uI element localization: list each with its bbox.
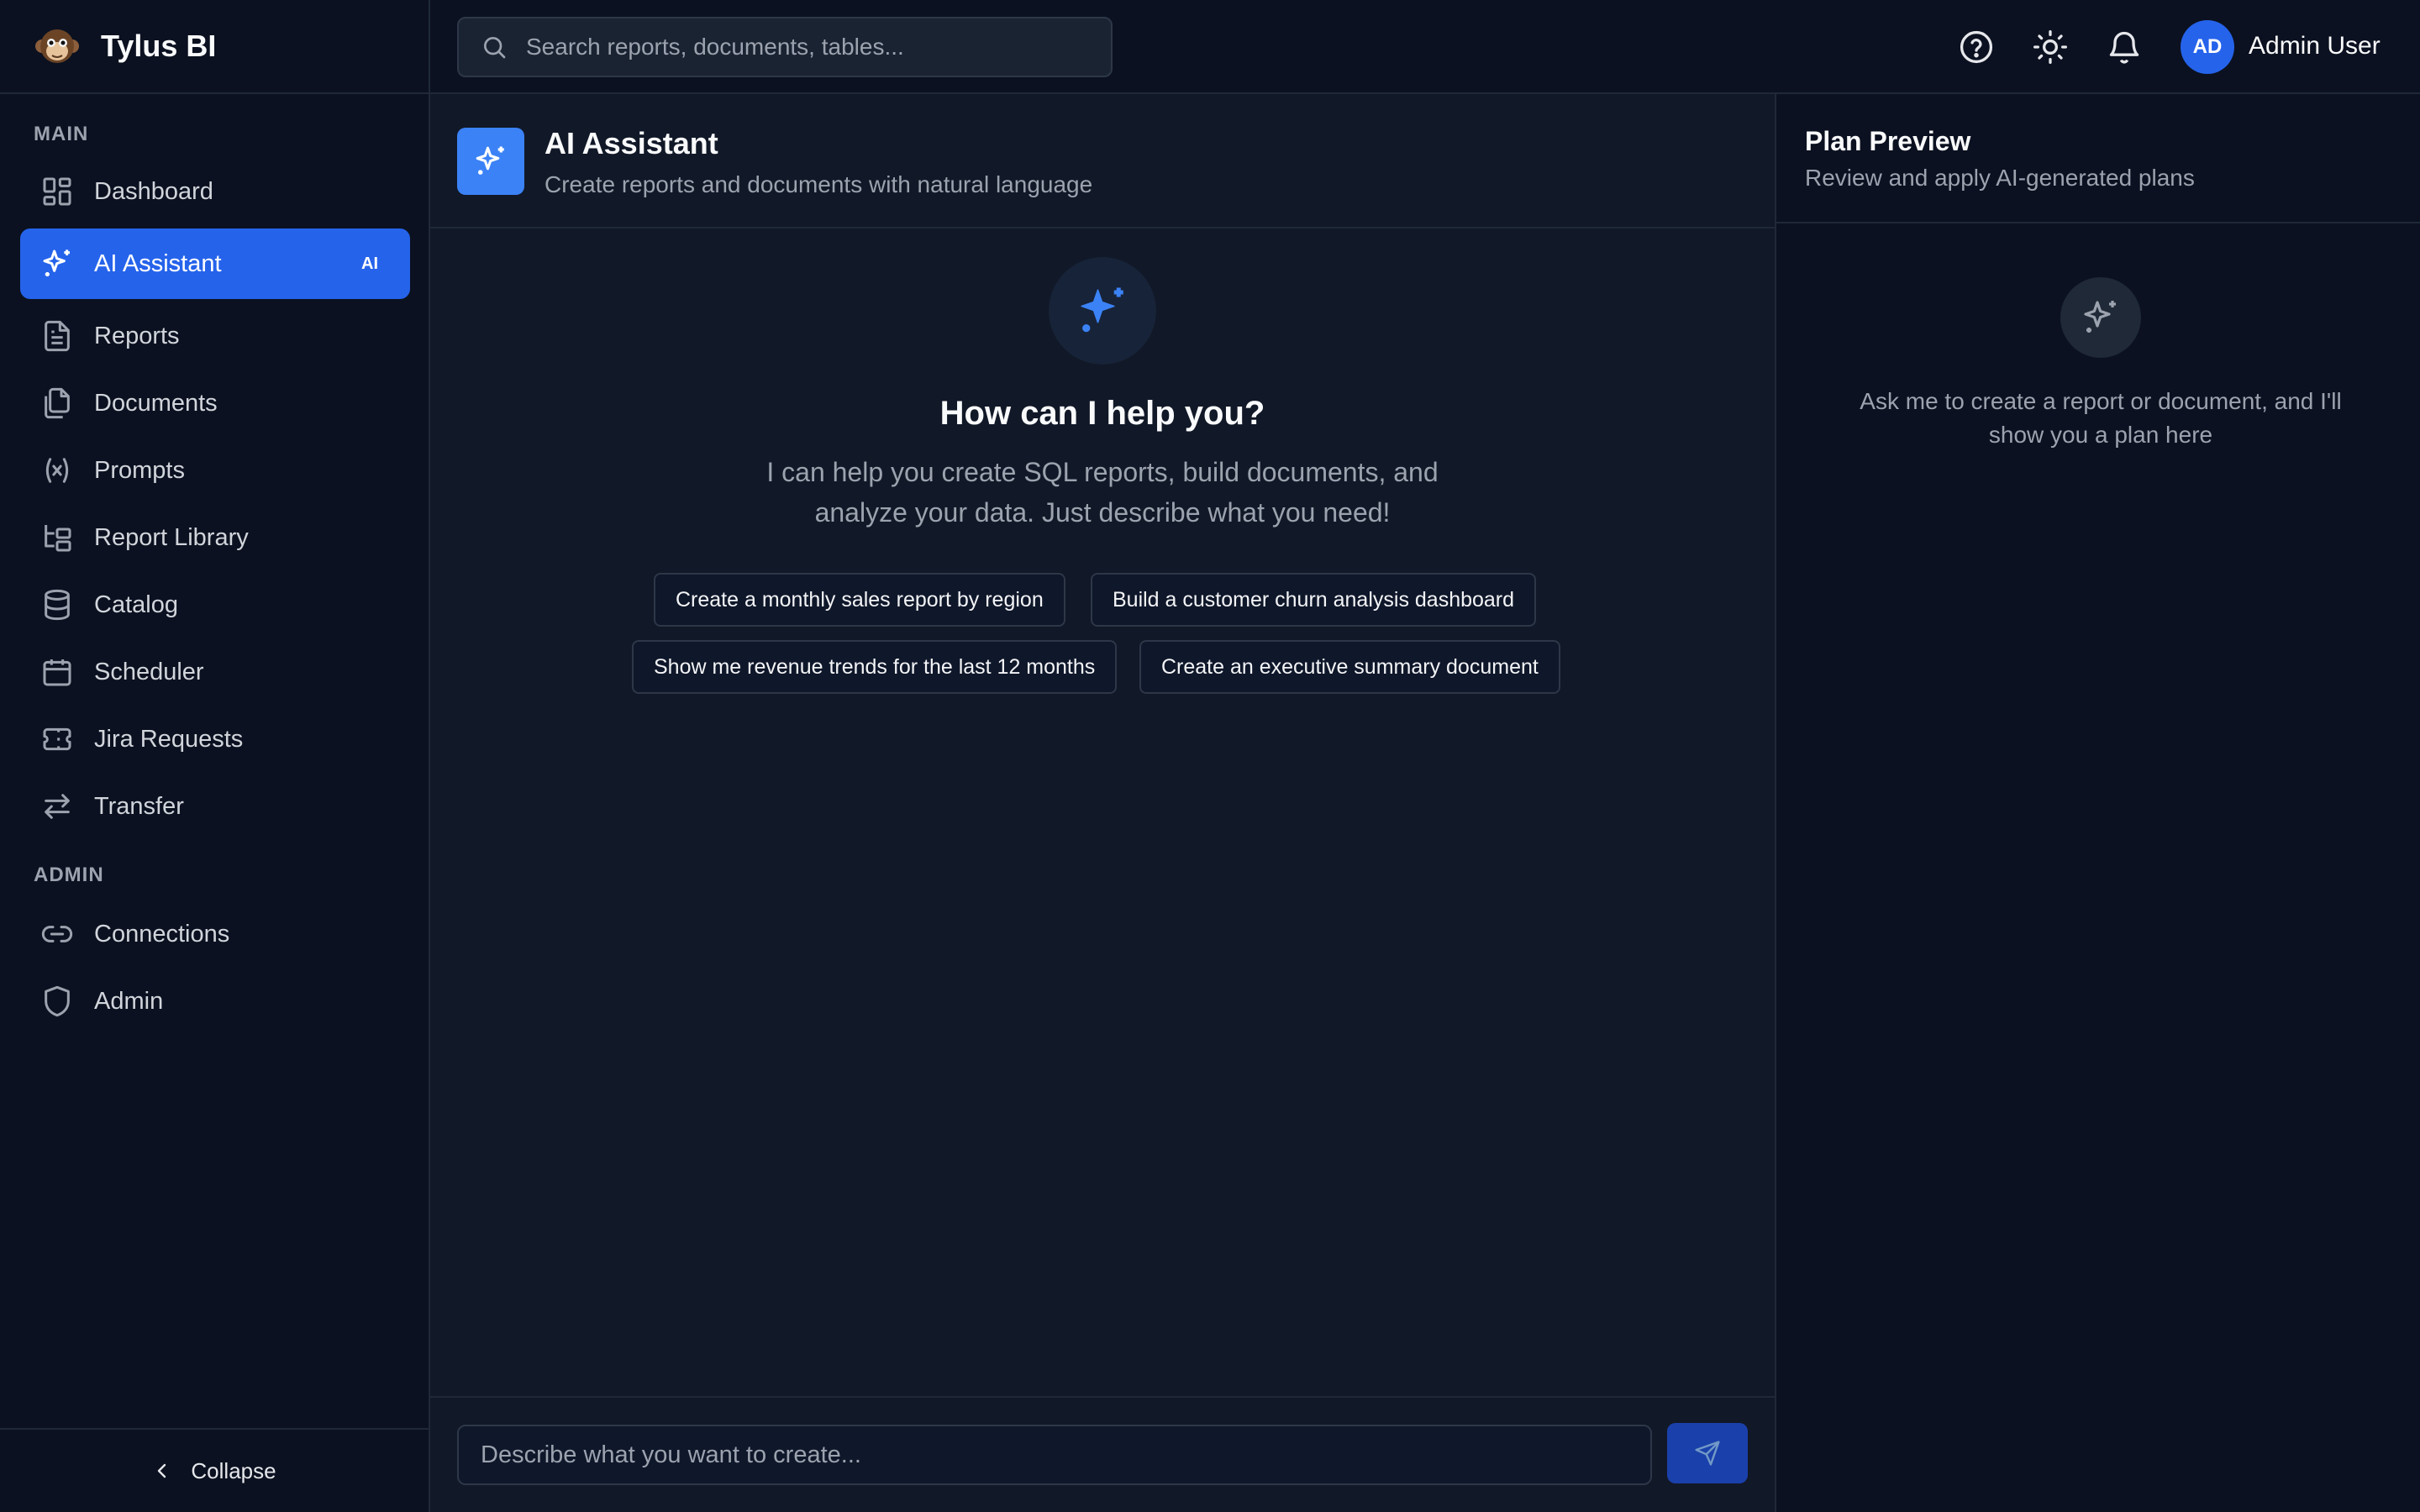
prompt-input[interactable] bbox=[457, 1425, 1652, 1485]
brand-name: Tylus BI bbox=[101, 29, 217, 63]
sidebar-item-label: Report Library bbox=[94, 523, 249, 551]
page-title: AI Assistant bbox=[544, 126, 718, 160]
collapse-button[interactable]: Collapse bbox=[0, 1428, 429, 1512]
folder-tree-icon bbox=[40, 521, 74, 554]
sidebar-item-label: Transfer bbox=[94, 792, 184, 820]
sparkles-icon bbox=[1049, 257, 1156, 365]
sidebar-item-connections[interactable]: Connections bbox=[20, 899, 410, 969]
sidebar-item-jira-requests[interactable]: Jira Requests bbox=[20, 704, 410, 774]
sidebar-item-label: Jira Requests bbox=[94, 725, 244, 753]
panel-header: Plan Preview Review and apply AI-generat… bbox=[1776, 94, 2420, 223]
main-content: AI Assistant Create reports and document… bbox=[430, 94, 1775, 1512]
help-icon[interactable] bbox=[1958, 29, 1995, 66]
sidebar-item-ai-assistant[interactable]: AI Assistant AI bbox=[20, 228, 410, 299]
sparkles-icon bbox=[40, 247, 74, 281]
chevron-left-icon bbox=[158, 1463, 166, 1478]
sidebar-item-documents[interactable]: Documents bbox=[20, 368, 410, 438]
ticket-icon bbox=[40, 722, 74, 756]
send-icon bbox=[1695, 1441, 1720, 1466]
sidebar-item-label: Admin bbox=[94, 987, 164, 1015]
suggestion-chip[interactable]: Create an executive summary document bbox=[1139, 640, 1560, 694]
page-header: AI Assistant Create reports and document… bbox=[430, 94, 1775, 228]
welcome-title: How can I help you? bbox=[939, 395, 1265, 432]
sidebar-item-reports[interactable]: Reports bbox=[20, 301, 410, 371]
sidebar-item-transfer[interactable]: Transfer bbox=[20, 771, 410, 842]
sidebar-item-label: Connections bbox=[94, 920, 230, 948]
user-name[interactable]: Admin User bbox=[2249, 32, 2381, 60]
panel-title: Plan Preview bbox=[1805, 126, 1971, 156]
collapse-label: Collapse bbox=[191, 1457, 276, 1483]
send-button[interactable] bbox=[1667, 1423, 1748, 1483]
sparkles-icon bbox=[2060, 277, 2141, 358]
files-icon bbox=[40, 386, 74, 420]
bell-icon[interactable] bbox=[2106, 29, 2143, 66]
avatar[interactable]: AD bbox=[2181, 20, 2234, 74]
nav-section-main: MAIN bbox=[34, 123, 89, 145]
search-input[interactable] bbox=[526, 34, 1081, 60]
sidebar-item-label: Reports bbox=[94, 322, 180, 349]
page-subtitle: Create reports and documents with natura… bbox=[544, 171, 1093, 197]
search-icon bbox=[481, 34, 508, 60]
sidebar-item-label: Dashboard bbox=[94, 177, 213, 205]
sidebar-item-label: Prompts bbox=[94, 456, 185, 484]
plan-preview-panel: Plan Preview Review and apply AI-generat… bbox=[1775, 94, 2420, 1512]
welcome-text: I can help you create SQL reports, build… bbox=[766, 457, 1439, 528]
sidebar-item-scheduler[interactable]: Scheduler bbox=[20, 637, 410, 707]
plan-empty-text: Ask me to create a report or document, a… bbox=[1860, 388, 2342, 448]
topbar: AD Admin User bbox=[430, 0, 2420, 94]
suggestion-chip[interactable]: Create a monthly sales report by region bbox=[654, 573, 1065, 627]
sun-icon[interactable] bbox=[2032, 29, 2069, 66]
calendar-icon bbox=[40, 655, 74, 689]
composer bbox=[430, 1396, 1775, 1512]
database-icon bbox=[40, 588, 74, 622]
file-text-icon bbox=[40, 319, 74, 353]
ai-badge: AI bbox=[361, 254, 378, 273]
monkey-logo-icon bbox=[34, 23, 81, 70]
variable-icon bbox=[40, 454, 74, 487]
transfer-icon bbox=[40, 790, 74, 823]
sidebar-item-report-library[interactable]: Report Library bbox=[20, 502, 410, 573]
sidebar-item-label: Scheduler bbox=[94, 658, 204, 685]
sidebar-item-label: Catalog bbox=[94, 591, 178, 618]
sidebar-item-catalog[interactable]: Catalog bbox=[20, 570, 410, 640]
panel-subtitle: Review and apply AI-generated plans bbox=[1805, 165, 2195, 191]
sidebar-item-prompts[interactable]: Prompts bbox=[20, 435, 410, 506]
brand[interactable]: Tylus BI bbox=[0, 0, 429, 94]
search-box[interactable] bbox=[457, 17, 1113, 77]
sidebar-item-label: Documents bbox=[94, 389, 218, 417]
suggestion-chip[interactable]: Show me revenue trends for the last 12 m… bbox=[632, 640, 1118, 694]
suggestion-chip[interactable]: Build a customer churn analysis dashboar… bbox=[1091, 573, 1537, 627]
sidebar-item-dashboard[interactable]: Dashboard bbox=[20, 156, 410, 227]
dashboard-icon bbox=[40, 175, 74, 208]
sidebar-item-label: AI Assistant bbox=[94, 249, 222, 277]
sidebar-item-admin[interactable]: Admin bbox=[20, 966, 410, 1037]
sidebar: Tylus BI MAIN Dashboard AI Assistant AI … bbox=[0, 0, 430, 1512]
sparkles-icon bbox=[457, 128, 524, 195]
link-icon bbox=[40, 917, 74, 951]
nav-section-admin: ADMIN bbox=[34, 864, 104, 886]
shield-icon bbox=[40, 984, 74, 1018]
